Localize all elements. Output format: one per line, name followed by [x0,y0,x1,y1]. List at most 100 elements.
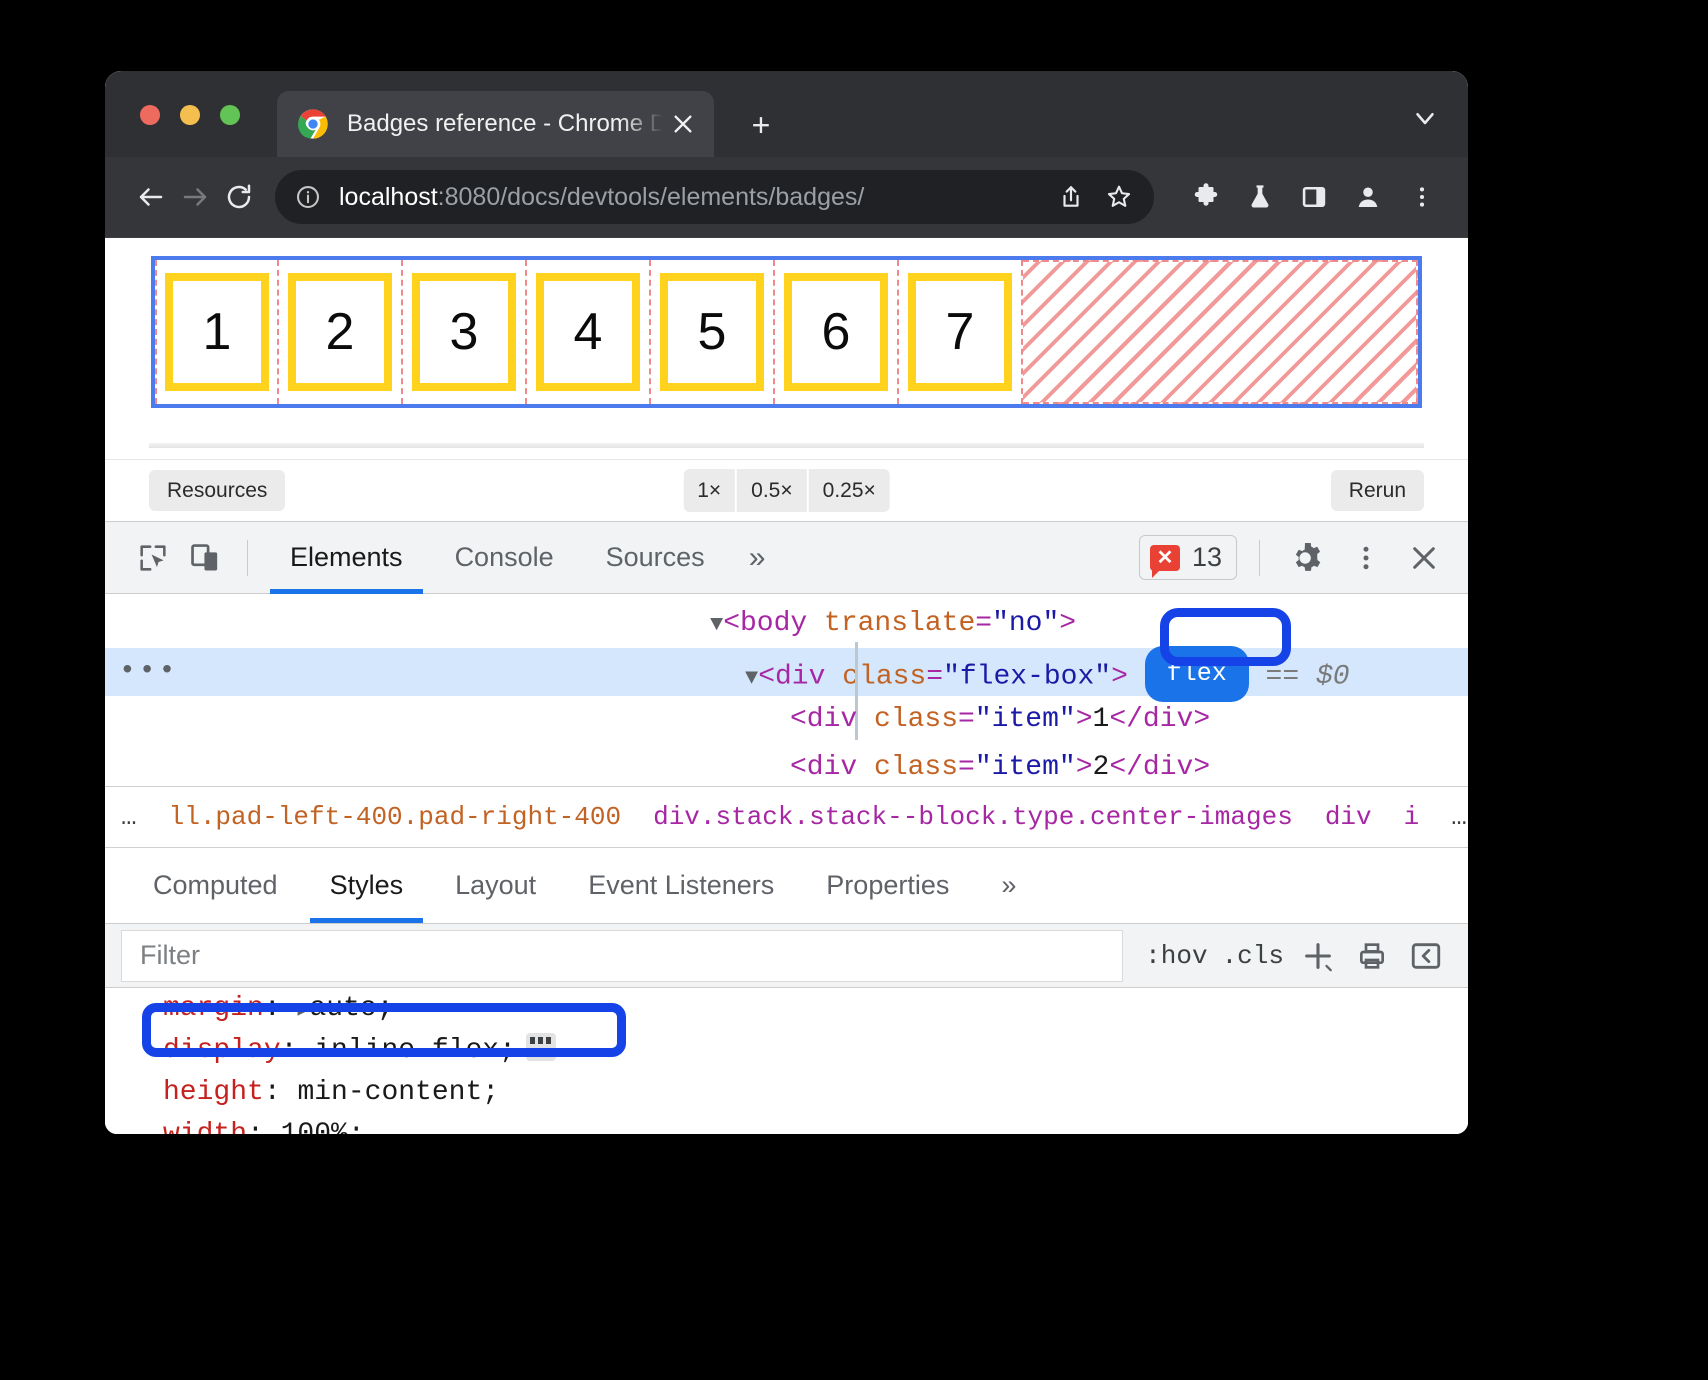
url-path: :8080/docs/devtools/elements/badges/ [438,183,865,211]
device-toggle-icon[interactable] [179,532,231,584]
profile-avatar-icon[interactable] [1346,175,1390,219]
style-property[interactable]: margin [163,993,264,1024]
minimize-window-button[interactable] [180,105,200,125]
collapse-pane-icon[interactable] [1406,936,1446,976]
flex-free-space-overlay [1023,260,1418,404]
close-icon[interactable] [666,107,700,141]
breadcrumb-overflow-left[interactable]: … [105,802,153,832]
tab-sources[interactable]: Sources [580,522,731,594]
dom-row[interactable]: <div class="item">1</div> [105,696,1468,744]
dom-row[interactable]: <div class="item">2</div> [105,744,1468,786]
url-host: localhost [339,183,438,211]
style-property[interactable]: display [163,1035,281,1066]
dom-row-selected[interactable]: ••• ▼<div class="flex-box"> flex == $0 [105,648,1468,696]
chevron-down-icon[interactable] [1408,101,1442,135]
address-bar[interactable]: localhost:8080/docs/devtools/elements/ba… [275,170,1154,224]
dom-attr-name: class [857,752,958,783]
zoom-05x-button[interactable]: 0.5× [737,469,806,512]
new-tab-button[interactable]: + [741,105,781,145]
labs-flask-icon[interactable] [1238,175,1282,219]
expand-caret-icon[interactable]: ▼ [745,665,758,690]
tab-console[interactable]: Console [429,522,580,594]
close-window-button[interactable] [140,105,160,125]
breadcrumb: … ll.pad-left-400.pad-right-400 div.stac… [105,786,1468,848]
breadcrumb-item[interactable]: ll.pad-left-400.pad-right-400 [153,802,637,832]
gear-icon[interactable] [1282,532,1334,584]
item-label: 2 [288,273,392,391]
flex-editor-icon[interactable] [526,1033,556,1061]
maximize-window-button[interactable] [220,105,240,125]
flex-container: 1 2 3 4 5 6 7 [155,260,1418,404]
search-input[interactable]: Filter [121,930,1123,982]
star-icon[interactable] [1098,176,1140,218]
zoom-025x-button[interactable]: 0.25× [809,469,890,512]
style-value[interactable]: inline-flex [314,1035,499,1066]
style-property[interactable]: height [163,1077,264,1108]
item-label: 4 [536,273,640,391]
tab-layout[interactable]: Layout [429,848,562,923]
info-circle-icon[interactable] [293,182,323,212]
chevron-double-right-icon[interactable]: » [731,541,784,575]
extensions-puzzle-icon[interactable] [1184,175,1228,219]
dom-tag-end: > [1111,661,1128,692]
breadcrumb-item[interactable]: div.stack.stack--block.type.center-image… [637,802,1309,832]
flex-item: 5 [651,260,775,404]
expand-shorthand-icon[interactable]: ▶ [297,999,309,1022]
style-property[interactable]: width [163,1119,247,1134]
flex-item: 2 [279,260,403,404]
close-icon[interactable] [1398,532,1450,584]
share-icon[interactable] [1050,176,1092,218]
sidebar-more-tabs-icon[interactable]: » [975,848,1042,923]
cls-toggle-button[interactable]: .cls [1222,941,1284,971]
dom-text-node: 1 [1093,704,1110,735]
omnibox-actions [1050,176,1140,218]
tab-event-listeners[interactable]: Event Listeners [562,848,800,923]
breadcrumb-overflow-right[interactable]: … [1435,802,1468,832]
more-vertical-icon[interactable] [1400,175,1444,219]
tab-computed[interactable]: Computed [127,848,304,923]
dom-attr-value: "item" [975,752,1076,783]
style-rule[interactable]: margin: ▶auto; [163,988,1468,1030]
breadcrumb-item[interactable]: div [1309,802,1388,832]
arrow-forward-icon[interactable] [173,175,217,219]
devtools-tab-list: Elements Console Sources [264,522,731,594]
plus-icon[interactable] [1298,936,1338,976]
error-count-label: 13 [1192,542,1222,573]
reload-icon[interactable] [217,175,261,219]
tab-properties[interactable]: Properties [800,848,975,923]
tab-computed-label: Computed [153,870,278,901]
flex-item: 1 [155,260,279,404]
item-label: 1 [165,273,269,391]
tab-title: Badges reference - Chrome DevTools [347,110,666,138]
style-rule[interactable]: width: 100%; [163,1114,1468,1134]
styles-filter-actions: :hov .cls [1123,936,1468,976]
dom-row[interactable]: ▼<body translate="no"> [105,600,1468,648]
tab-properties-label: Properties [826,870,949,901]
row-actions-icon[interactable]: ••• [119,648,178,696]
arrow-back-icon[interactable] [129,175,173,219]
style-rule-display[interactable]: display: inline-flex; [163,1030,1468,1072]
rerun-button[interactable]: Rerun [1331,470,1424,511]
style-value[interactable]: min-content [297,1077,482,1108]
dom-tag: <div [790,704,857,735]
error-count-badge[interactable]: ✕ 13 [1139,535,1237,580]
browser-tab[interactable]: Badges reference - Chrome DevTools [277,91,714,157]
breadcrumb-item[interactable]: i [1388,802,1436,832]
style-value[interactable]: 100% [281,1119,348,1134]
item-label: 3 [412,273,516,391]
inspect-cursor-icon[interactable] [127,532,179,584]
hov-toggle-button[interactable]: :hov [1145,941,1207,971]
side-panel-icon[interactable] [1292,175,1336,219]
more-vertical-icon[interactable] [1340,532,1392,584]
flex-item: 7 [899,260,1023,404]
tab-styles[interactable]: Styles [304,848,430,923]
flex-badge[interactable]: flex [1145,646,1249,702]
expand-caret-icon[interactable]: ▼ [710,612,723,637]
print-styles-icon[interactable] [1352,936,1392,976]
style-value[interactable]: auto [309,993,376,1024]
style-rule[interactable]: height: min-content; [163,1072,1468,1114]
zoom-1x-button[interactable]: 1× [683,469,735,512]
tab-elements[interactable]: Elements [264,522,429,594]
tab-layout-label: Layout [455,870,536,901]
resources-button[interactable]: Resources [149,470,285,511]
